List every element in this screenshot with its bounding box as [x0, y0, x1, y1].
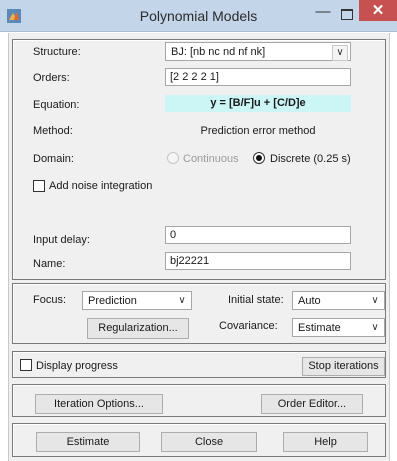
- method-value: Prediction error method: [200, 125, 316, 137]
- equation-display: y = [B/F]u + [C/D]e: [165, 95, 351, 112]
- chevron-down-icon: ∨: [332, 45, 348, 61]
- input-delay-label: Input delay:: [33, 234, 90, 246]
- estimate-button[interactable]: Estimate: [36, 432, 140, 452]
- focus-dropdown[interactable]: Prediction ∨: [82, 291, 192, 310]
- iteration-options-button[interactable]: Iteration Options...: [35, 394, 163, 414]
- structure-dropdown[interactable]: BJ: [nb nc nd nf nk] ∨: [165, 42, 351, 61]
- initial-state-label: Initial state:: [228, 294, 284, 306]
- help-button[interactable]: Help: [283, 432, 368, 452]
- focus-value: Prediction: [88, 295, 137, 307]
- structure-value: BJ: [nb nc nd nf nk]: [171, 46, 266, 58]
- order-editor-button[interactable]: Order Editor...: [261, 394, 363, 414]
- close-window-button[interactable]: ✕: [359, 0, 397, 21]
- name-label: Name:: [33, 258, 66, 270]
- discrete-label: Discrete (0.25 s): [270, 153, 351, 165]
- covariance-dropdown[interactable]: Estimate ∨: [292, 318, 385, 337]
- domain-label: Domain:: [33, 153, 74, 165]
- noise-integration-checkbox[interactable]: [33, 180, 45, 192]
- covariance-label: Covariance:: [219, 320, 278, 332]
- orders-input[interactable]: [2 2 2 2 1]: [165, 68, 351, 86]
- equation-label: Equation:: [33, 99, 80, 111]
- method-label: Method:: [33, 125, 73, 137]
- structure-label: Structure:: [33, 46, 81, 58]
- continuous-radio[interactable]: [167, 152, 179, 164]
- maximize-button[interactable]: [336, 2, 358, 24]
- initial-state-value: Auto: [298, 295, 321, 307]
- continuous-label: Continuous: [183, 153, 239, 165]
- initial-state-dropdown[interactable]: Auto ∨: [292, 291, 385, 310]
- chevron-down-icon: ∨: [371, 295, 379, 306]
- input-delay-input[interactable]: 0: [165, 226, 351, 244]
- covariance-value: Estimate: [298, 322, 341, 334]
- maximize-icon: [341, 9, 353, 20]
- display-progress-label: Display progress: [36, 360, 118, 372]
- chevron-down-icon: ∨: [178, 295, 186, 306]
- orders-label: Orders:: [33, 72, 70, 84]
- name-input[interactable]: bj22221: [165, 252, 351, 270]
- minimize-button[interactable]: —: [312, 2, 334, 24]
- stop-iterations-button[interactable]: Stop iterations: [302, 357, 385, 376]
- discrete-radio[interactable]: [253, 152, 265, 164]
- chevron-down-icon: ∨: [371, 322, 379, 333]
- display-progress-checkbox[interactable]: [20, 359, 32, 371]
- regularization-button[interactable]: Regularization...: [87, 318, 189, 339]
- close-button[interactable]: Close: [161, 432, 257, 452]
- noise-integration-label: Add noise integration: [49, 180, 153, 192]
- focus-label: Focus:: [33, 294, 67, 306]
